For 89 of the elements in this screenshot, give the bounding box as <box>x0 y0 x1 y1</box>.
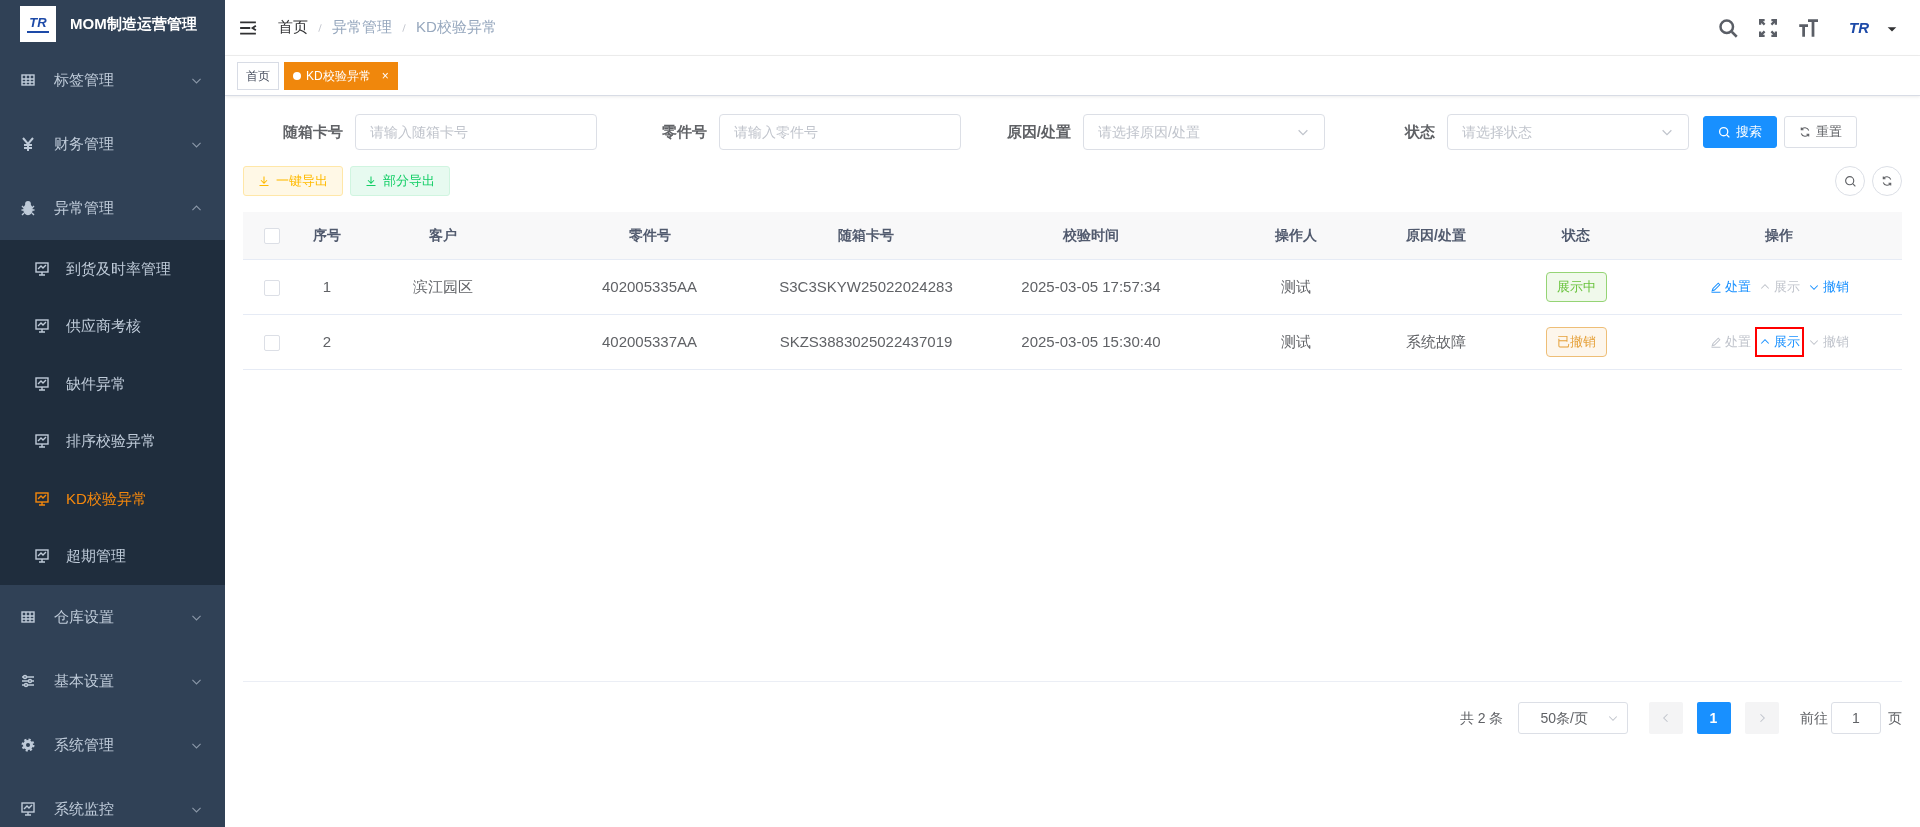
page-suffix: 页 <box>1888 708 1902 728</box>
action-link[interactable]: 展示 <box>1754 327 1804 357</box>
refresh-icon <box>1881 175 1893 187</box>
monitor-icon <box>34 490 50 507</box>
table-cell: 测试 <box>1281 332 1311 350</box>
goto-label: 前往 <box>1799 708 1828 728</box>
column-header: 原因/处置 <box>1406 227 1466 243</box>
monitor-icon <box>34 318 50 335</box>
field-label: 随箱卡号 <box>282 121 343 142</box>
status-tag: 已撤销 <box>1545 327 1607 357</box>
monitor-icon <box>20 801 36 817</box>
submenu-item[interactable]: 缺件异常 <box>0 355 225 413</box>
menu-item[interactable]: 系统管理 <box>0 713 225 777</box>
column-header: 操作 <box>1765 227 1793 243</box>
previous-page-button[interactable] <box>1648 702 1683 734</box>
field-label: 原因/处置 <box>1005 121 1071 142</box>
menu-item[interactable]: 系统监控 <box>0 777 225 827</box>
gear-icon <box>20 737 36 753</box>
sliders-icon <box>20 673 36 689</box>
table-cell: 2025-03-05 15:30:40 <box>1021 332 1161 350</box>
action-link[interactable]: 撤销 <box>1803 272 1853 302</box>
table-cell: 2025-03-05 17:57:34 <box>1021 277 1161 295</box>
avatar[interactable]: TR <box>1839 20 1879 35</box>
pencil-icon <box>1709 281 1722 293</box>
yen-icon <box>20 136 36 152</box>
submenu-item[interactable]: 超期管理 <box>0 527 225 585</box>
table-cell: 1 <box>322 277 332 295</box>
column-header: 操作人 <box>1275 227 1317 243</box>
menu-item[interactable]: 财务管理 <box>0 112 225 176</box>
select-all-checkbox[interactable] <box>264 228 280 245</box>
row-checkbox[interactable] <box>264 334 280 351</box>
input-field[interactable]: 请输入随箱卡号 <box>355 114 597 150</box>
tab[interactable]: 首页 <box>237 61 279 90</box>
field-label: 状态 <box>1403 121 1435 142</box>
reset-button[interactable]: 重置 <box>1783 116 1857 148</box>
search-icon <box>1717 125 1731 139</box>
action-link[interactable]: 处置 <box>1705 272 1755 302</box>
breadcrumb-link[interactable]: 首页 <box>278 16 308 39</box>
submenu-item[interactable]: KD校验异常 <box>0 470 225 528</box>
submenu-item[interactable]: 排序校验异常 <box>0 412 225 470</box>
submenu-item[interactable]: 到货及时率管理 <box>0 240 225 298</box>
table-cell: 测试 <box>1281 277 1311 295</box>
table-cell: 402005337AA <box>601 332 698 350</box>
active-dot-icon <box>293 71 301 80</box>
search-icon <box>1843 174 1857 188</box>
monitor-icon <box>34 433 50 450</box>
field-label: 零件号 <box>661 121 707 142</box>
input-field[interactable]: 请输入零件号 <box>719 114 961 150</box>
font-size-icon <box>1798 17 1818 38</box>
table-icon <box>20 72 36 88</box>
page-size-select[interactable]: 50条/页 <box>1517 702 1628 734</box>
column-header: 零件号 <box>628 227 671 243</box>
refresh-button[interactable] <box>1872 166 1902 196</box>
column-header: 状态 <box>1562 227 1590 243</box>
column-header: 校验时间 <box>1063 227 1119 243</box>
table-cell: 402005335AA <box>601 277 698 295</box>
table-cell: SKZS3883025022437019 <box>779 332 953 350</box>
logo-text: TR <box>29 15 47 29</box>
fullscreen-icon <box>1759 18 1777 37</box>
search-toggle-button[interactable] <box>1835 166 1865 196</box>
menu-item[interactable]: 标签管理 <box>0 48 225 112</box>
menu-item[interactable]: 异常管理 <box>0 176 225 240</box>
pencil-icon <box>1709 336 1722 348</box>
menu-item[interactable]: 仓库设置 <box>0 585 225 649</box>
status-tag: 展示中 <box>1545 272 1607 302</box>
refresh-icon <box>1798 126 1811 138</box>
table-cell: 系统故障 <box>1406 332 1466 350</box>
menu-icon <box>239 18 257 37</box>
next-page-button[interactable] <box>1744 702 1779 734</box>
bug-icon <box>20 200 36 216</box>
column-header: 随箱卡号 <box>838 227 894 243</box>
monitor-icon <box>34 260 50 277</box>
row-checkbox[interactable] <box>264 279 280 296</box>
table-icon <box>20 609 36 625</box>
app-title: MOM制造运营管理 <box>70 13 197 34</box>
download-icon <box>365 175 377 187</box>
menu-item[interactable]: 基本设置 <box>0 649 225 713</box>
monitor-icon <box>34 375 50 392</box>
submenu-item[interactable]: 供应商考核 <box>0 297 225 355</box>
monitor-icon <box>34 548 50 565</box>
page-input[interactable]: 1 <box>1831 702 1881 734</box>
column-header: 序号 <box>313 227 341 243</box>
download-icon <box>258 175 270 187</box>
total-count: 共 2 条 <box>1459 708 1504 728</box>
table-cell: 2 <box>322 332 332 350</box>
search-icon <box>1718 17 1738 38</box>
table-cell: S3C3SKYW25022024283 <box>779 277 953 295</box>
table-cell: 滨江园区 <box>413 277 473 295</box>
column-header: 客户 <box>429 227 457 243</box>
